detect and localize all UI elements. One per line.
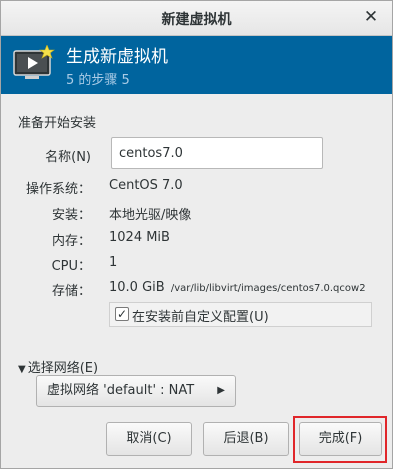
customize-checkbox[interactable]: ✓ bbox=[115, 307, 129, 321]
name-label: 名称(N) bbox=[45, 150, 91, 165]
install-value: 本地光驱/映像 bbox=[109, 208, 192, 223]
wizard-title: 生成新虚拟机 bbox=[66, 47, 168, 67]
section-title: 准备开始安装 bbox=[18, 116, 97, 131]
os-label: 操作系统： bbox=[25, 182, 91, 197]
name-input[interactable] bbox=[111, 137, 323, 169]
install-label: 安装： bbox=[51, 208, 91, 223]
os-value: CentOS 7.0 bbox=[109, 178, 183, 193]
customize-checkbox-row[interactable]: ✓ 在安装前自定义配置(U) bbox=[109, 302, 372, 327]
storage-size: 10.0 GiB bbox=[109, 280, 165, 295]
network-expander-label: 选择网络(E) bbox=[27, 361, 99, 376]
wizard-step: 5 的步骤 5 bbox=[66, 73, 130, 88]
back-button[interactable]: 后退(B) bbox=[203, 422, 289, 456]
expander-arrow-icon: ▼ bbox=[18, 364, 26, 375]
titlebar: 新建虚拟机 ✕ bbox=[1, 1, 392, 36]
cpu-label: CPU： bbox=[51, 259, 91, 274]
new-vm-dialog: 新建虚拟机 ✕ 生成新虚拟机 5 的步骤 5 准备开始安装 名称(N) 操作系统… bbox=[0, 0, 393, 469]
close-icon[interactable]: ✕ bbox=[362, 8, 380, 26]
finish-highlight-box bbox=[293, 416, 387, 463]
cpu-value: 1 bbox=[109, 255, 118, 270]
window-title: 新建虚拟机 bbox=[161, 12, 232, 28]
network-selected-value: 虚拟网络 'default' : NAT bbox=[47, 383, 195, 398]
network-expander[interactable]: ▼ 选择网络(E) bbox=[18, 357, 98, 376]
customize-checkbox-label[interactable]: 在安装前自定义配置(U) bbox=[132, 306, 269, 325]
network-select-button[interactable]: 虚拟网络 'default' : NAT ▶ bbox=[36, 375, 236, 407]
memory-value: 1024 MiB bbox=[109, 230, 170, 245]
memory-label: 内存： bbox=[51, 234, 91, 249]
storage-label: 存储： bbox=[51, 284, 91, 299]
chevron-right-icon: ▶ bbox=[217, 385, 225, 396]
wizard-header: 生成新虚拟机 5 的步骤 5 bbox=[1, 36, 392, 94]
storage-value: 10.0 GiB /var/lib/libvirt/images/centos7… bbox=[109, 280, 366, 295]
new-vm-icon bbox=[13, 45, 55, 79]
cancel-button[interactable]: 取消(C) bbox=[106, 422, 192, 456]
storage-path: /var/lib/libvirt/images/centos7.0.qcow2 bbox=[170, 283, 366, 294]
